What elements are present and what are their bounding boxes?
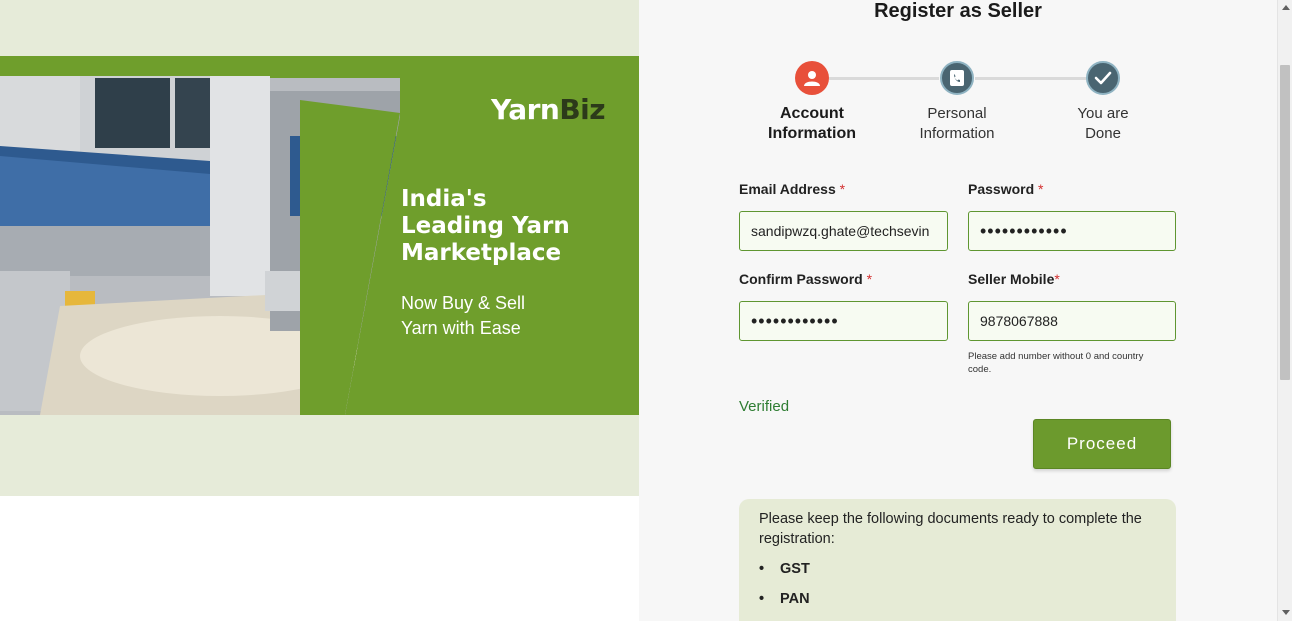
hero-banner: YarnBiz India's Leading Yarn Marketplace… (0, 56, 639, 415)
documents-notice: Please keep the following documents read… (739, 499, 1176, 621)
stepper-line (829, 77, 939, 80)
banner-headline: India's Leading Yarn Marketplace (401, 186, 621, 267)
headline-line: Marketplace (401, 240, 562, 266)
scrollbar[interactable] (1277, 0, 1292, 621)
registration-panel: Register as Seller Account Information Pe… (639, 0, 1277, 621)
verified-status: Verified (739, 398, 790, 415)
documents-list: GST PAN (759, 559, 1156, 619)
step-account-label: Account Information (768, 105, 856, 142)
mobile-hint: Please add number without 0 and country … (968, 351, 1144, 375)
password-field[interactable]: •••••••••••• (968, 211, 1176, 251)
subline-line: Yarn with Ease (401, 318, 521, 338)
step-personal-label: Personal Information (919, 105, 995, 142)
password-label: Password * (968, 181, 1044, 197)
confirm-password-field[interactable]: •••••••••••• (739, 301, 948, 341)
step-account-circle[interactable] (795, 61, 829, 95)
documents-intro: Please keep the following documents read… (759, 511, 1142, 547)
mobile-field[interactable]: 9878067888 (968, 301, 1176, 341)
headline-line: India's (401, 186, 487, 212)
page: YarnBiz India's Leading Yarn Marketplace… (0, 0, 1292, 621)
proceed-button[interactable]: Proceed (1033, 419, 1171, 469)
email-label: Email Address * (739, 181, 846, 197)
step-done-circle[interactable] (1086, 61, 1120, 95)
check-icon (1094, 71, 1112, 85)
list-item: GST (759, 559, 1156, 589)
scroll-up-arrow-icon[interactable] (1282, 5, 1290, 10)
stepper-line (975, 77, 1087, 80)
subline-line: Now Buy & Sell (401, 293, 526, 313)
step-personal-circle[interactable] (940, 61, 974, 95)
banner-subline: Now Buy & Sell Yarn with Ease (401, 291, 525, 341)
step-done-label: You are Done (1077, 105, 1129, 142)
scroll-down-arrow-icon[interactable] (1282, 610, 1290, 615)
list-item: PAN (759, 589, 1156, 619)
yarnbiz-logo: YarnBiz (491, 93, 606, 126)
scroll-thumb[interactable] (1280, 65, 1290, 380)
page-title: Register as Seller (874, 0, 1042, 22)
headline-line: Leading Yarn (401, 213, 570, 239)
confirm-password-label: Confirm Password * (739, 271, 873, 287)
phone-icon (950, 70, 964, 86)
user-icon (804, 71, 820, 86)
email-field[interactable]: sandipwzq.ghate@techsevin (739, 211, 948, 251)
machine-photo (0, 56, 400, 415)
mobile-label: Seller Mobile* (968, 271, 1060, 287)
